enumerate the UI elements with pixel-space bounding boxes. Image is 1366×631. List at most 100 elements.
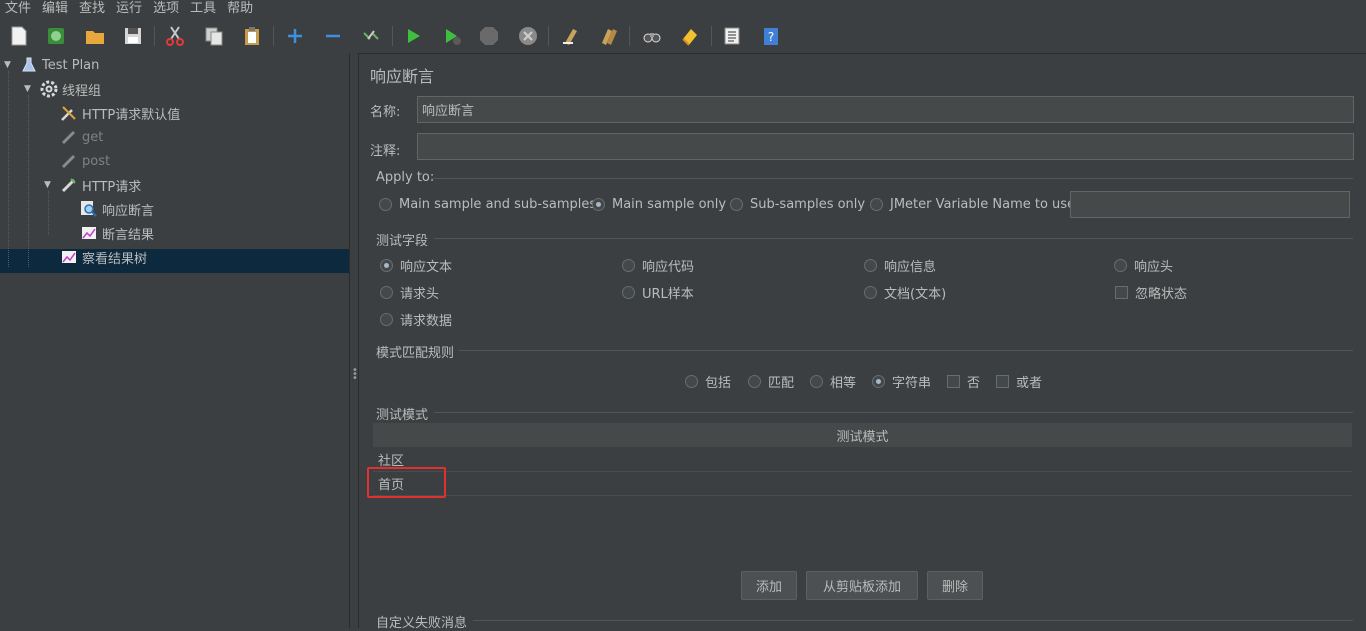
templates-icon[interactable]	[44, 24, 68, 48]
radio-selected-icon	[380, 259, 393, 272]
radio-label: JMeter Variable Name to use	[890, 197, 1076, 212]
radio-response-message[interactable]: 响应信息	[864, 256, 936, 275]
checkbox-ignore-status[interactable]: 忽略状态	[1115, 283, 1187, 302]
radio-label: 请求头	[400, 287, 440, 302]
tree-node-view-results-tree[interactable]: 察看结果树	[60, 245, 147, 269]
radio-substring[interactable]: 字符串	[872, 372, 931, 391]
jmeter-variable-field[interactable]	[1070, 191, 1350, 218]
paste-icon[interactable]	[240, 24, 264, 48]
radio-icon	[380, 286, 393, 299]
radio-label: Main sample and sub-samples	[399, 197, 597, 212]
delete-button[interactable]: 删除	[927, 571, 983, 600]
radio-sub-only[interactable]: Sub-samples only	[730, 197, 865, 212]
menu-options[interactable]: 选项	[148, 0, 185, 18]
apply-to-title: Apply to:	[376, 170, 435, 185]
menu-edit[interactable]: 编辑	[37, 0, 74, 18]
name-label: 名称:	[370, 105, 401, 120]
comment-field[interactable]	[417, 133, 1354, 160]
copy-icon[interactable]	[202, 24, 226, 48]
radio-contains[interactable]: 包括	[685, 372, 731, 391]
radio-label: 响应信息	[884, 260, 937, 275]
radio-matches[interactable]: 匹配	[748, 372, 794, 391]
menu-file[interactable]: 文件	[0, 0, 37, 18]
radio-response-text[interactable]: 响应文本	[380, 256, 452, 275]
radio-jmeter-variable[interactable]: JMeter Variable Name to use	[870, 197, 1075, 212]
help-icon[interactable]: ?	[759, 24, 783, 48]
stop-icon[interactable]	[477, 24, 501, 48]
checkbox-label: 或者	[1016, 376, 1043, 391]
start-icon[interactable]	[401, 24, 425, 48]
tree-node-post[interactable]: post	[60, 149, 110, 173]
radio-equals[interactable]: 相等	[810, 372, 856, 391]
menu-search[interactable]: 查找	[74, 0, 111, 18]
radio-icon	[380, 313, 393, 326]
radio-request-headers[interactable]: 请求头	[380, 283, 439, 302]
radio-label: 响应头	[1134, 260, 1174, 275]
pipette-icon	[60, 152, 78, 170]
new-icon[interactable]	[7, 24, 31, 48]
tree-node-label: 察看结果树	[82, 251, 148, 267]
expand-icon[interactable]	[283, 24, 307, 48]
tree-node-http-defaults[interactable]: HTTP请求默认值	[60, 101, 180, 125]
checkbox-not[interactable]: 否	[947, 372, 980, 391]
response-assertion-panel: 响应断言 名称: 响应断言 注释: Apply to: Main sample …	[359, 53, 1366, 631]
radio-label: URL样本	[642, 287, 694, 302]
function-helper-icon[interactable]	[720, 24, 744, 48]
radio-label: Sub-samples only	[750, 197, 866, 212]
menu-help[interactable]: 帮助	[222, 0, 259, 18]
test-plan-tree: ▼ Test Plan ▼ 线程组 HTTP请求默认值 get post ▼ H…	[0, 53, 349, 628]
pipette-icon	[60, 176, 78, 194]
radio-response-code[interactable]: 响应代码	[622, 256, 694, 275]
tree-node-get[interactable]: get	[60, 125, 103, 149]
expand-arrow-icon[interactable]: ▼	[4, 60, 11, 70]
checkbox-or[interactable]: 或者	[996, 372, 1042, 391]
expand-arrow-icon[interactable]: ▼	[24, 84, 31, 94]
radio-request-data[interactable]: 请求数据	[380, 310, 452, 329]
radio-label: Main sample only	[612, 197, 727, 212]
tree-node-thread-group[interactable]: 线程组	[40, 77, 101, 101]
radio-selected-icon	[872, 375, 885, 388]
menu-run[interactable]: 运行	[111, 0, 148, 18]
expand-arrow-icon[interactable]: ▼	[44, 180, 51, 190]
name-field[interactable]: 响应断言	[417, 96, 1354, 123]
clear-icon[interactable]	[558, 24, 582, 48]
splitter-handle[interactable]: • • •	[349, 53, 359, 628]
cut-icon[interactable]	[163, 24, 187, 48]
radio-url-sampled[interactable]: URL样本	[622, 283, 694, 302]
patterns-table-header[interactable]: 测试模式	[373, 423, 1352, 447]
radio-selected-icon	[592, 198, 605, 211]
table-row[interactable]: 社区	[373, 448, 1352, 472]
reset-search-icon[interactable]	[678, 24, 702, 48]
radio-label: 包括	[705, 376, 732, 391]
start-no-pause-icon[interactable]	[440, 24, 464, 48]
search-icon[interactable]	[640, 24, 664, 48]
radio-icon	[1114, 259, 1127, 272]
radio-icon	[870, 198, 883, 211]
table-row[interactable]: 首页	[373, 472, 1352, 496]
add-button[interactable]: 添加	[741, 571, 797, 600]
tree-node-response-assertion[interactable]: 响应断言	[80, 197, 154, 221]
tree-node-test-plan[interactable]: Test Plan	[20, 53, 99, 77]
radio-document-text[interactable]: 文档(文本)	[864, 283, 946, 302]
save-icon[interactable]	[121, 24, 145, 48]
panel-title: 响应断言	[370, 67, 435, 86]
radio-response-headers[interactable]: 响应头	[1114, 256, 1173, 275]
tree-node-label: get	[82, 129, 104, 145]
menu-tools[interactable]: 工具	[185, 0, 222, 18]
flask-icon	[20, 56, 38, 74]
clear-all-icon[interactable]	[597, 24, 621, 48]
add-from-clipboard-button[interactable]: 从剪贴板添加	[806, 571, 918, 600]
tree-node-http-request[interactable]: HTTP请求	[60, 173, 141, 197]
checkbox-label: 否	[967, 376, 981, 391]
tree-node-assertion-results[interactable]: 断言结果	[80, 221, 154, 245]
tree-node-label: HTTP请求默认值	[82, 107, 181, 123]
open-icon[interactable]	[83, 24, 107, 48]
toggle-icon[interactable]	[359, 24, 383, 48]
radio-main-only[interactable]: Main sample only	[592, 197, 726, 212]
svg-text:?: ?	[768, 30, 774, 44]
shutdown-icon[interactable]	[516, 24, 540, 48]
radio-main-and-sub[interactable]: Main sample and sub-samples	[379, 197, 596, 212]
radio-label: 相等	[830, 376, 857, 391]
collapse-icon[interactable]	[321, 24, 345, 48]
radio-icon	[730, 198, 743, 211]
